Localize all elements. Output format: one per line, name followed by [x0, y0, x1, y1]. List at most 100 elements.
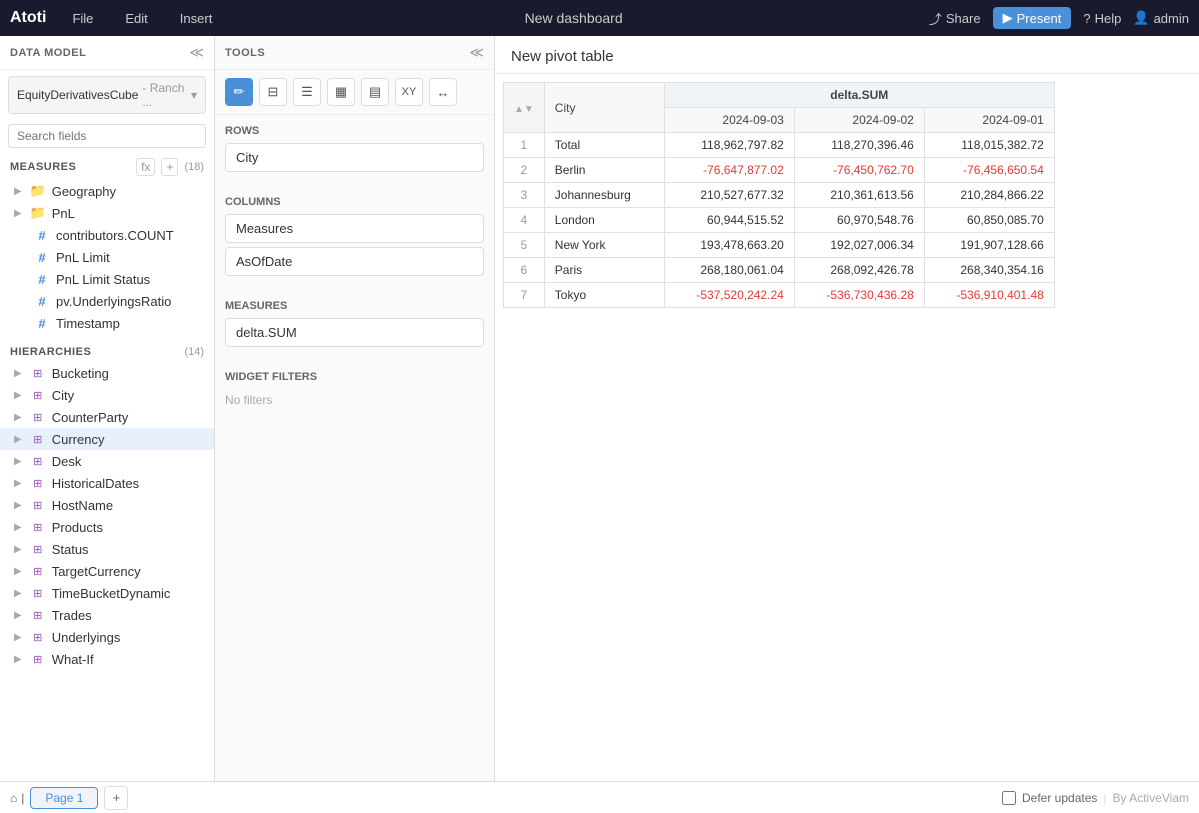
page-1-tab[interactable]: Page 1 [30, 787, 98, 809]
hierarchies-title: HIERARCHIES [10, 346, 91, 358]
left-panel: DATA MODEL ≪ EquityDerivativesCube - Ran… [0, 36, 215, 781]
menu-insert[interactable]: Insert [174, 7, 219, 30]
defer-updates-checkbox[interactable] [1002, 791, 1016, 805]
measures-drop-zone[interactable]: delta.SUM [225, 318, 484, 347]
measure-label: contributors.COUNT [56, 228, 204, 243]
pivot-table-container[interactable]: ▲▼ City delta.SUM 2024-09-03 2024-09-02 … [495, 74, 1199, 781]
data-model-title: DATA MODEL [10, 47, 86, 59]
columns-drop-zone-asofdate[interactable]: AsOfDate [225, 247, 484, 276]
measure-item-pnl-limit-status[interactable]: # PnL Limit Status [0, 268, 214, 290]
chart-tool-button[interactable]: ▦ [327, 78, 355, 106]
city-cell: Johannesburg [544, 183, 664, 208]
share-button[interactable]: ⤴ Share [929, 9, 981, 28]
hierarchy-underlyings[interactable]: ▶ ⊞ Underlyings [0, 626, 214, 648]
user-label: admin [1154, 11, 1189, 26]
hierarchy-label: Trades [52, 608, 204, 623]
menu-file[interactable]: File [66, 7, 99, 30]
value-cell-3: 191,907,128.66 [924, 233, 1054, 258]
present-button[interactable]: ▶ Present [993, 7, 1072, 29]
cube-suffix: - Ranch ... [142, 81, 187, 109]
hierarchy-icon: ⊞ [30, 497, 46, 513]
widget-filters-section: Widget filters No filters [215, 361, 494, 421]
measure-item-pnl[interactable]: ▶ 📁 PnL [0, 202, 214, 224]
measures-actions: fx + (18) [136, 158, 204, 176]
share-icon: ⤴ [929, 9, 942, 28]
measure-item-geography[interactable]: ▶ 📁 Geography [0, 180, 214, 202]
tools-toolbar: ✏ ⊟ ☰ ▦ ▤ XY ↔ [215, 70, 494, 115]
value-cell-1: 268,180,061.04 [664, 258, 794, 283]
value-cell-3: 118,015,382.72 [924, 133, 1054, 158]
hierarchy-icon: ⊞ [30, 453, 46, 469]
collapse-tools-button[interactable]: ≪ [469, 44, 484, 61]
hierarchy-trades[interactable]: ▶ ⊞ Trades [0, 604, 214, 626]
hierarchy-counterparty[interactable]: ▶ ⊞ CounterParty [0, 406, 214, 428]
sort-icon[interactable]: ▲▼ [514, 104, 534, 115]
fx-button[interactable]: fx [136, 158, 155, 176]
hierarchy-products[interactable]: ▶ ⊞ Products [0, 516, 214, 538]
rows-drop-zone[interactable]: City [225, 143, 484, 172]
add-page-button[interactable]: + [104, 786, 128, 810]
date-header-3[interactable]: 2024-09-01 [924, 108, 1054, 133]
table-row: 4 London 60,944,515.52 60,970,548.76 60,… [504, 208, 1055, 233]
city-cell: Total [544, 133, 664, 158]
expand-icon: ▶ [14, 522, 22, 533]
measure-item-timestamp[interactable]: # Timestamp [0, 312, 214, 334]
row-num: 2 [504, 158, 545, 183]
city-col-header[interactable]: City [544, 83, 664, 133]
value-cell-1: 60,944,515.52 [664, 208, 794, 233]
columns-drop-zone-measures[interactable]: Measures [225, 214, 484, 243]
expand-tool-button[interactable]: ↔ [429, 78, 457, 106]
hash-icon: # [34, 227, 50, 243]
hierarchy-what-if[interactable]: ▶ ⊞ What-If [0, 648, 214, 670]
expand-icon: ▶ [14, 566, 22, 577]
measure-item-pnl-limit[interactable]: # PnL Limit [0, 246, 214, 268]
hierarchy-target-currency[interactable]: ▶ ⊞ TargetCurrency [0, 560, 214, 582]
filter-tool-button[interactable]: ⊟ [259, 78, 287, 106]
menu-edit[interactable]: Edit [119, 7, 153, 30]
table-row: 6 Paris 268,180,061.04 268,092,426.78 26… [504, 258, 1055, 283]
value-cell-2: 60,970,548.76 [794, 208, 924, 233]
cube-name: EquityDerivativesCube [17, 88, 138, 102]
home-button[interactable]: ⌂ | [10, 791, 24, 805]
home-icon: ⌂ [10, 791, 17, 805]
measure-item-contributors[interactable]: # contributors.COUNT [0, 224, 214, 246]
hierarchy-icon: ⊞ [30, 607, 46, 623]
hash-icon: # [34, 249, 50, 265]
folder-icon: 📁 [30, 205, 46, 221]
hierarchy-icon: ⊞ [30, 563, 46, 579]
edit-tool-button[interactable]: ✏ [225, 78, 253, 106]
filter2-tool-button[interactable]: ☰ [293, 78, 321, 106]
expand-icon: ▶ [14, 478, 22, 489]
value-cell-2: 268,092,426.78 [794, 258, 924, 283]
date-header-2[interactable]: 2024-09-02 [794, 108, 924, 133]
hierarchy-time-bucket[interactable]: ▶ ⊞ TimeBucketDynamic [0, 582, 214, 604]
hierarchy-hostname[interactable]: ▶ ⊞ HostName [0, 494, 214, 516]
value-cell-3: -536,910,401.48 [924, 283, 1054, 308]
search-input[interactable] [8, 124, 206, 148]
share-label: Share [946, 11, 981, 26]
add-measure-button[interactable]: + [161, 158, 178, 176]
measure-label: pv.UnderlyingsRatio [56, 294, 204, 309]
hierarchy-desk[interactable]: ▶ ⊞ Desk [0, 450, 214, 472]
value-cell-3: 210,284,866.22 [924, 183, 1054, 208]
hierarchy-city[interactable]: ▶ ⊞ City [0, 384, 214, 406]
hierarchy-bucketing[interactable]: ▶ ⊞ Bucketing [0, 362, 214, 384]
main-area: DATA MODEL ≪ EquityDerivativesCube - Ran… [0, 36, 1199, 781]
hierarchy-historical-dates[interactable]: ▶ ⊞ HistoricalDates [0, 472, 214, 494]
help-button[interactable]: ? Help [1083, 11, 1121, 26]
user-menu[interactable]: 👤 admin [1133, 10, 1189, 26]
table-tool-button[interactable]: ▤ [361, 78, 389, 106]
date-header-1[interactable]: 2024-09-03 [664, 108, 794, 133]
hierarchy-currency[interactable]: ▶ ⊞ Currency [0, 428, 214, 450]
hierarchy-status[interactable]: ▶ ⊞ Status [0, 538, 214, 560]
hierarchy-label: Currency [52, 432, 204, 447]
cube-selector[interactable]: EquityDerivativesCube - Ranch ... ▾ [8, 76, 206, 114]
sort-cell: ▲▼ [504, 83, 545, 133]
value-cell-1: -76,647,877.02 [664, 158, 794, 183]
measures-count: (18) [184, 161, 204, 173]
xy-tool-button[interactable]: XY [395, 78, 423, 106]
collapse-left-button[interactable]: ≪ [189, 44, 204, 61]
measure-item-pv-underlyings[interactable]: # pv.UnderlyingsRatio [0, 290, 214, 312]
value-cell-2: 118,270,396.46 [794, 133, 924, 158]
expand-icon: ▶ [14, 500, 22, 511]
